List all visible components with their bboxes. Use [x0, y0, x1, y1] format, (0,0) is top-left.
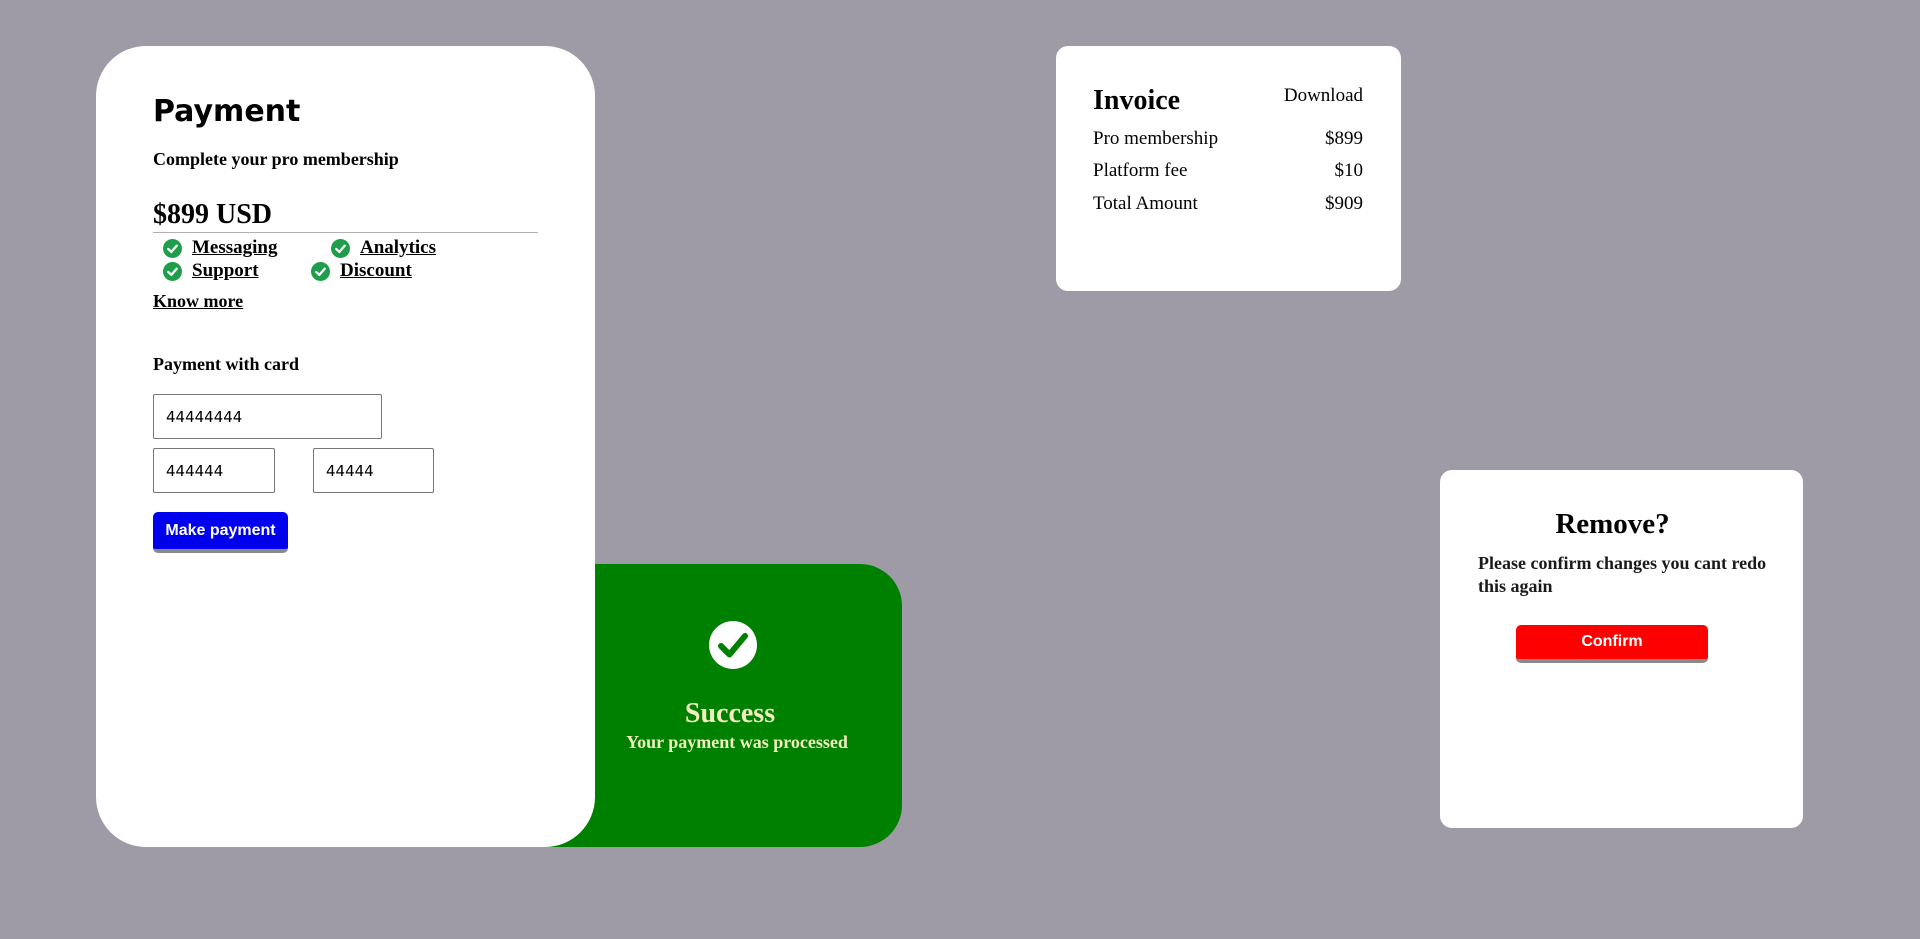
invoice-row-amount: $10	[1334, 160, 1364, 181]
invoice-row-label: Platform fee	[1093, 160, 1188, 181]
feature-link-messaging[interactable]: Messaging	[192, 237, 278, 259]
feature-link-analytics[interactable]: Analytics	[360, 237, 436, 259]
feature-item-analytics: Analytics	[331, 237, 436, 259]
expiry-input[interactable]	[153, 448, 275, 493]
invoice-row-amount: $899	[1325, 128, 1363, 149]
remove-dialog-title: Remove?	[1555, 508, 1670, 540]
feature-item-discount: Discount	[311, 260, 412, 282]
feature-item-support: Support	[163, 260, 259, 282]
invoice-row: Pro membership $899	[1093, 127, 1363, 151]
card-payment-heading: Payment with card	[153, 354, 299, 374]
confirm-button[interactable]: Confirm	[1516, 625, 1708, 663]
check-circle-icon	[331, 238, 350, 258]
invoice-row-label: Pro membership	[1093, 128, 1219, 149]
check-circle-icon	[163, 238, 182, 258]
price: $899 USD	[153, 198, 538, 233]
success-message: Your payment was processed	[626, 732, 848, 752]
payment-subtitle: Complete your pro membership	[153, 149, 399, 169]
feature-item-messaging: Messaging	[163, 237, 278, 259]
make-payment-button[interactable]: Make payment	[153, 512, 288, 553]
know-more-link[interactable]: Know more	[153, 291, 243, 312]
feature-link-discount[interactable]: Discount	[340, 260, 412, 282]
success-title: Success	[684, 698, 776, 729]
check-circle-icon	[311, 261, 330, 281]
feature-link-support[interactable]: Support	[192, 260, 259, 282]
success-check-icon	[709, 621, 757, 669]
invoice-row-amount: $909	[1325, 193, 1363, 214]
payment-title: Payment	[153, 94, 301, 129]
card-number-input[interactable]	[153, 394, 382, 439]
cvv-input[interactable]	[313, 448, 434, 493]
invoice-row-label: Total Amount	[1093, 193, 1198, 214]
remove-dialog-message: Please confirm changes you cant redo thi…	[1478, 553, 1767, 596]
invoice-row: Platform fee $10	[1093, 159, 1363, 183]
download-link[interactable]: Download	[1284, 84, 1363, 108]
invoice-title: Invoice	[1093, 85, 1181, 116]
check-circle-icon	[163, 261, 182, 281]
invoice-row-total: Total Amount $909	[1093, 192, 1363, 216]
